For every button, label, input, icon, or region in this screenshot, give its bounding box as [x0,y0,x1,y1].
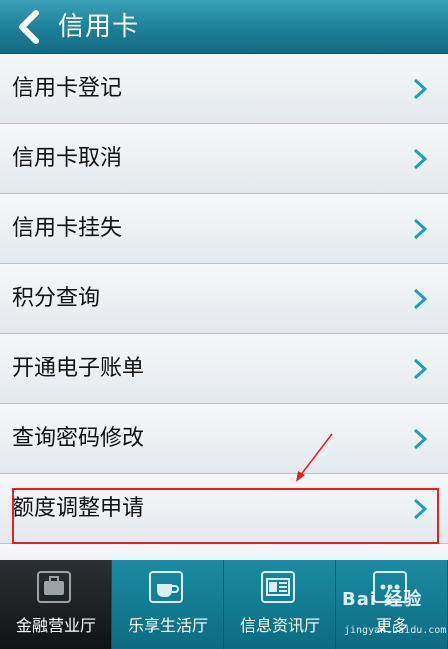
tab-label: 信息资讯厅 [239,616,320,635]
tab-financial-hall[interactable]: 金融营业厅 [0,560,112,649]
chevron-left-icon[interactable] [14,10,42,44]
menu-item-e-statement[interactable]: 开通电子账单 [0,334,448,404]
chevron-right-icon [413,498,428,520]
chevron-right-icon [413,358,428,380]
menu-item-label: 开通电子账单 [12,356,145,381]
tab-label: 金融营业厅 [15,616,96,635]
tab-label: 更多 [375,616,408,635]
tab-news-hall[interactable]: 信息资讯厅 [224,560,336,649]
title-bar: 信用卡 [0,0,448,54]
page-title: 信用卡 [58,12,140,42]
chevron-right-icon [413,428,428,450]
menu-item-query-password-change[interactable]: 查询密码修改 [0,404,448,474]
menu-item-label: 查询密码修改 [12,426,145,451]
credit-card-menu: 信用卡登记 信用卡取消 信用卡挂失 积分查询 开通电子账单 查询密码修改 额度调… [0,54,448,609]
chevron-right-icon [413,218,428,240]
menu-item-credit-card-register[interactable]: 信用卡登记 [0,54,448,124]
menu-item-credit-card-cancel[interactable]: 信用卡取消 [0,124,448,194]
menu-item-credit-card-report-loss[interactable]: 信用卡挂失 [0,194,448,264]
tab-more[interactable]: 更多 [336,560,448,649]
briefcase-icon [37,571,71,603]
more-icon [373,571,407,603]
menu-item-points-query[interactable]: 积分查询 [0,264,448,334]
menu-item-label: 信用卡登记 [12,76,123,101]
chevron-right-icon [413,148,428,170]
chevron-right-icon [413,78,428,100]
tab-lifestyle-hall[interactable]: 乐享生活厅 [112,560,224,649]
tab-label: 乐享生活厅 [127,616,208,635]
menu-item-label: 信用卡取消 [12,146,123,171]
menu-item-credit-limit-adjustment[interactable]: 额度调整申请 [0,474,448,544]
menu-item-label: 积分查询 [12,286,101,311]
newspaper-icon [261,571,295,603]
menu-item-label: 额度调整申请 [12,496,145,521]
bottom-tab-bar: 金融营业厅 乐享生活厅 信息资讯厅 更多 [0,560,448,649]
coffee-cup-icon [149,571,183,603]
chevron-right-icon [413,288,428,310]
menu-item-label: 信用卡挂失 [12,216,123,241]
